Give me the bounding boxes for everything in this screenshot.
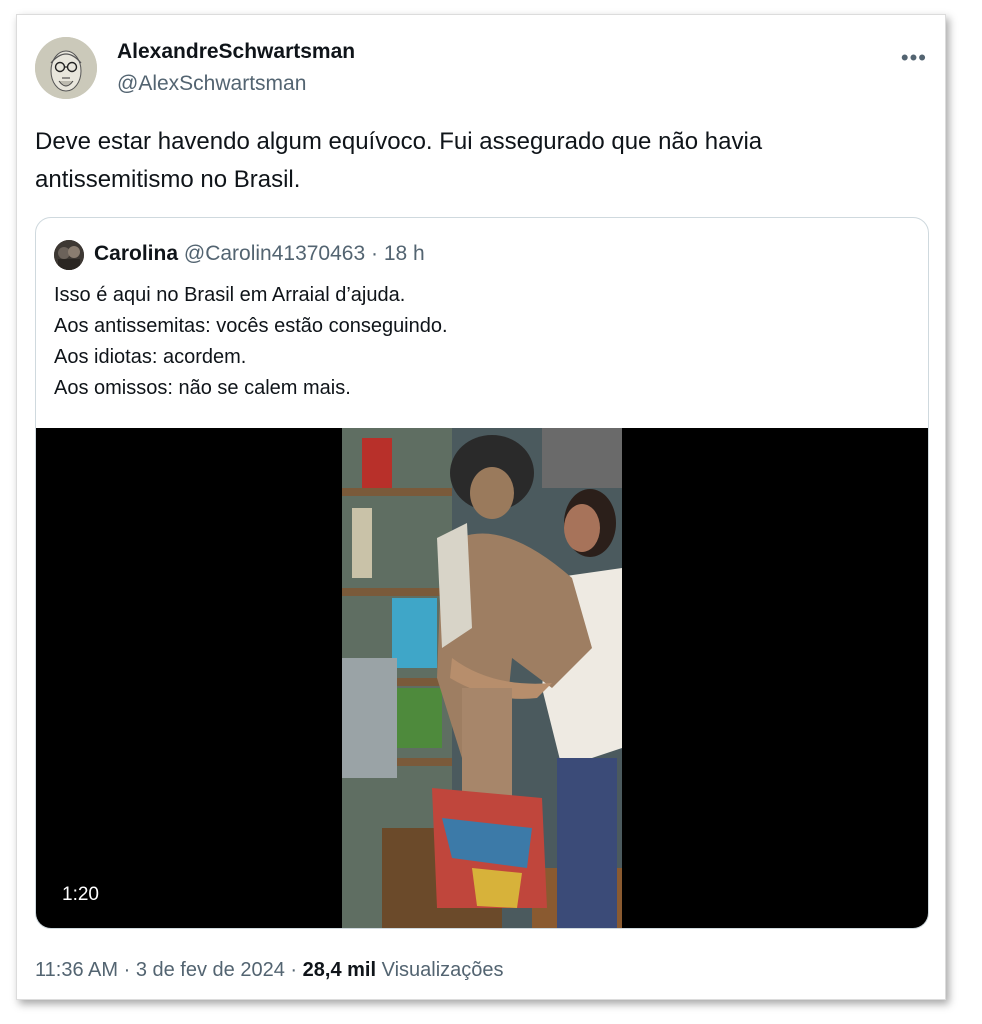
quoted-text-line: Aos omissos: não se calem mais.	[54, 377, 351, 399]
more-horizontal-icon: •••	[900, 45, 927, 70]
quoted-text-line: Aos antissemitas: vocês estão conseguind…	[54, 315, 448, 337]
quoted-header: Carolina @Carolin41370463 · 18 h	[94, 242, 425, 266]
separator-dot: ·	[290, 959, 298, 981]
author-display-name[interactable]: AlexandreSchwartsman	[117, 40, 355, 64]
tweet-text: Deve estar havendo algum equívoco. Fui a…	[35, 128, 763, 193]
views-count[interactable]: 28,4 mil	[303, 959, 376, 981]
separator-dot: ·	[123, 959, 131, 981]
quoted-time[interactable]: · 18 h	[371, 242, 425, 265]
tweet-footer: 11:36 AM · 3 de fev de 2024 · 28,4 mil V…	[35, 959, 504, 982]
quoted-tweet[interactable]: Carolina @Carolin41370463 · 18 h Isso é …	[35, 217, 929, 929]
quoted-text: Isso é aqui no Brasil em Arraial d’ajuda…	[54, 280, 904, 404]
video-player[interactable]: 1:20	[36, 428, 928, 928]
tweet-date[interactable]: 3 de fev de 2024	[136, 959, 285, 981]
tweet-time[interactable]: 11:36 AM	[35, 959, 118, 981]
author-handle[interactable]: @AlexSchwartsman	[117, 72, 306, 96]
tweet-card: AlexandreSchwartsman @AlexSchwartsman ••…	[16, 14, 946, 1000]
views-label[interactable]: Visualizações	[382, 959, 504, 981]
avatar-caricature-icon	[35, 37, 97, 99]
quoted-author-avatar[interactable]	[54, 240, 84, 270]
video-duration: 1:20	[56, 882, 105, 908]
more-options-button[interactable]: •••	[901, 45, 927, 71]
video-still-image	[342, 428, 622, 928]
quoted-author-handle[interactable]: @Carolin41370463	[184, 242, 365, 265]
author-avatar[interactable]	[35, 37, 97, 99]
avatar-photo-icon	[54, 240, 84, 270]
video-frame[interactable]	[342, 428, 622, 928]
quoted-text-line: Aos idiotas: acordem.	[54, 346, 247, 368]
quoted-text-line: Isso é aqui no Brasil em Arraial d’ajuda…	[54, 284, 406, 306]
quoted-author-name[interactable]: Carolina	[94, 242, 178, 265]
